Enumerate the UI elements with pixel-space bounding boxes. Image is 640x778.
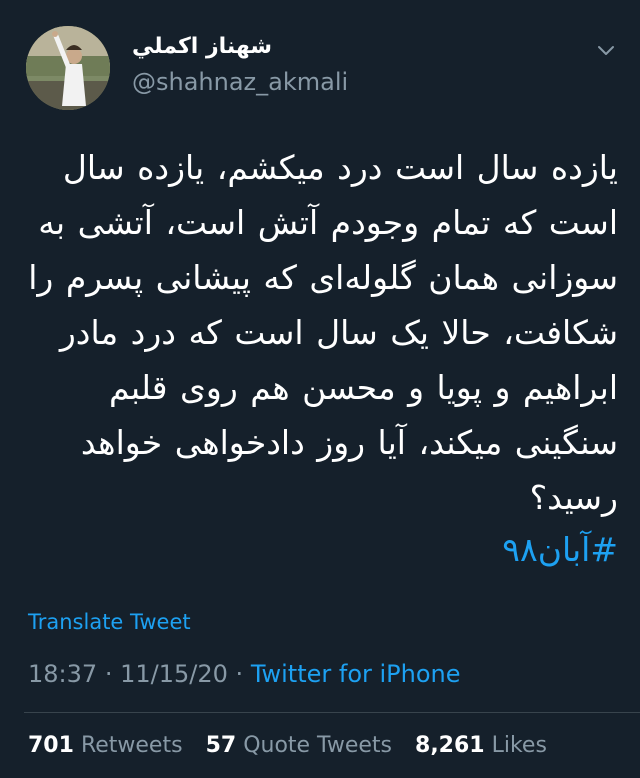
meta-separator: ·: [104, 660, 113, 688]
tweet-time: 18:37: [28, 660, 98, 688]
quote-tweets-count: 57: [205, 733, 237, 758]
tweet-stats: 701 Retweets 57 Quote Tweets 8,261 Likes: [28, 733, 547, 758]
likes-count: 8,261: [415, 733, 485, 758]
tweet-metadata: 18:37 · 11/15/20 · Twitter for iPhone: [28, 660, 461, 688]
retweets-stat[interactable]: 701 Retweets: [28, 733, 190, 758]
tweet-text: یازده سال است درد میکشم، یازده سال است ک…: [28, 148, 618, 517]
quote-tweets-stat[interactable]: 57 Quote Tweets: [206, 733, 399, 758]
avatar[interactable]: [26, 26, 110, 110]
chevron-down-icon[interactable]: [594, 38, 618, 62]
tweet-header: شهناز اکملي @shahnaz_akmali: [0, 0, 640, 130]
tweet-date: 11/15/20: [120, 660, 228, 688]
quote-tweets-label: Quote Tweets: [243, 733, 393, 758]
likes-label: Likes: [491, 733, 547, 758]
avatar-image: [26, 26, 110, 110]
user-display-name[interactable]: شهناز اکملي: [132, 34, 272, 59]
translate-tweet-link[interactable]: Translate Tweet: [28, 610, 191, 634]
likes-stat[interactable]: 8,261 Likes: [415, 733, 547, 758]
retweets-label: Retweets: [80, 733, 183, 758]
retweets-count: 701: [28, 733, 74, 758]
divider: [24, 712, 640, 713]
tweet-detail: شهناز اکملي @shahnaz_akmali یازده سال اس…: [0, 0, 640, 778]
tweet-source-link[interactable]: Twitter for iPhone: [251, 660, 461, 688]
meta-separator: ·: [235, 660, 244, 688]
user-handle[interactable]: @shahnaz_akmali: [132, 68, 348, 96]
hashtag-link[interactable]: #آبان۹۸: [502, 525, 618, 575]
